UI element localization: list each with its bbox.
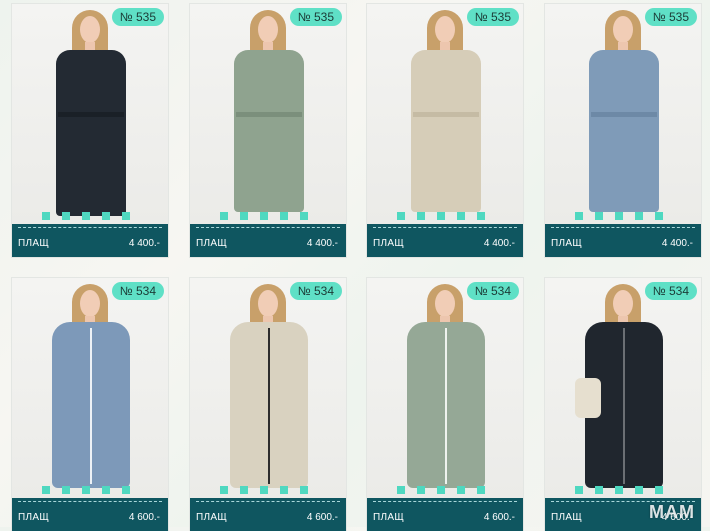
coat-zipper [445,328,447,484]
dashed-divider [18,227,162,228]
carousel-dots[interactable] [220,212,316,220]
coat-belt [413,112,479,117]
model-face [258,16,278,43]
product-price: 4 400.- [306,238,338,249]
dashed-divider [196,227,340,228]
coat-image [56,50,126,216]
carousel-dots[interactable] [397,212,493,220]
product-name: ПЛАЩ [196,512,227,523]
dashed-divider [373,227,517,228]
article-badge: № 535 [466,8,519,26]
coat-image [234,50,304,212]
product-info-bar: ПЛАЩ 4 400.- [190,224,346,257]
product-price: 4 600.- [128,512,160,523]
carousel-dots[interactable] [42,486,138,494]
carousel-dots[interactable] [397,486,493,494]
coat-zipper [268,328,270,484]
product-card[interactable]: № 535 ПЛАЩ 4 400.- [545,4,701,257]
product-info-bar: ПЛАЩ 4 600.- [367,498,523,531]
coat-belt [58,112,124,117]
product-photo[interactable] [12,278,168,498]
product-photo[interactable] [190,4,346,224]
product-grid: № 535 ПЛАЩ 4 400.- № 535 ПЛАЩ 4 400.- № … [0,0,710,531]
article-badge: № 534 [111,282,164,300]
coat-belt [591,112,657,117]
product-name: ПЛАЩ [18,238,49,249]
product-card[interactable]: № 534 ПЛАЩ 4 600.- МАМ [545,278,701,531]
product-photo[interactable] [545,4,701,224]
product-name: ПЛАЩ [18,512,49,523]
product-card[interactable]: № 535 ПЛАЩ 4 400.- [367,4,523,257]
product-price: 4 400.- [483,238,515,249]
article-badge: № 535 [111,8,164,26]
carousel-dots[interactable] [220,486,316,494]
model-face [80,16,100,43]
product-photo[interactable] [190,278,346,498]
article-badge: № 534 [466,282,519,300]
product-info-bar: ПЛАЩ 4 400.- [367,224,523,257]
handbag-image [575,378,601,418]
product-info-bar: ПЛАЩ 4 400.- [12,224,168,257]
model-face [258,290,278,317]
coat-zipper [623,328,625,484]
dashed-divider [551,227,695,228]
product-name: ПЛАЩ [373,512,404,523]
product-photo[interactable] [12,4,168,224]
product-price: 4 400.- [128,238,160,249]
model-face [435,16,455,43]
carousel-dots[interactable] [575,486,671,494]
product-info-bar: ПЛАЩ 4 600.- [190,498,346,531]
product-info-bar: ПЛАЩ 4 400.- [545,224,701,257]
product-photo[interactable] [545,278,701,498]
model-face [613,16,633,43]
model-face [613,290,633,317]
model-face [80,290,100,317]
article-badge: № 535 [644,8,697,26]
coat-belt [236,112,302,117]
dashed-divider [18,501,162,502]
dashed-divider [373,501,517,502]
carousel-dots[interactable] [575,212,671,220]
product-card[interactable]: № 534 ПЛАЩ 4 600.- [12,278,168,531]
site-watermark: МАМ [649,502,695,522]
model-face [435,290,455,317]
coat-zipper [90,328,92,484]
product-name: ПЛАЩ [551,512,582,523]
product-card[interactable]: № 534 ПЛАЩ 4 600.- [367,278,523,531]
article-badge: № 535 [289,8,342,26]
product-photo[interactable] [367,278,523,498]
product-card[interactable]: № 534 ПЛАЩ 4 600.- [190,278,346,531]
product-price: 4 600.- [306,512,338,523]
article-badge: № 534 [289,282,342,300]
product-info-bar: ПЛАЩ 4 600.- [12,498,168,531]
carousel-dots[interactable] [42,212,138,220]
article-badge: № 534 [644,282,697,300]
dashed-divider [196,501,340,502]
product-price: 4 400.- [661,238,693,249]
product-card[interactable]: № 535 ПЛАЩ 4 400.- [190,4,346,257]
coat-image [589,50,659,212]
product-price: 4 600.- [483,512,515,523]
product-photo[interactable] [367,4,523,224]
product-card[interactable]: № 535 ПЛАЩ 4 400.- [12,4,168,257]
product-name: ПЛАЩ [196,238,227,249]
coat-image [411,50,481,212]
product-name: ПЛАЩ [373,238,404,249]
product-name: ПЛАЩ [551,238,582,249]
